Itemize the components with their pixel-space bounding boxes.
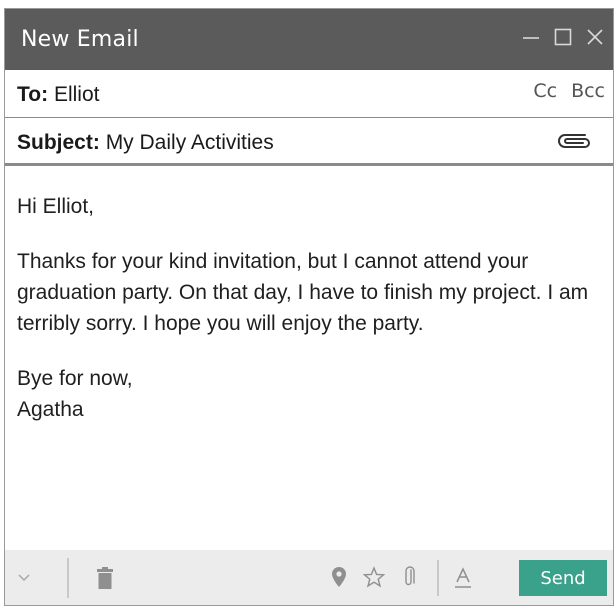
to-recipient[interactable]: Elliot [54, 83, 100, 106]
minimize-button[interactable] [519, 23, 543, 51]
cc-link[interactable]: Cc [533, 80, 557, 102]
message-paragraph: Thanks for your kind invitation, but I c… [17, 250, 589, 335]
chevron-down-icon [18, 574, 30, 582]
maximize-icon [554, 28, 572, 46]
title-bar: New Email [5, 9, 613, 70]
trash-icon [97, 567, 113, 589]
cc-bcc-links: Cc Bcc [533, 80, 605, 102]
delete-button[interactable] [93, 564, 117, 592]
format-text-button[interactable] [451, 564, 475, 592]
more-options-button[interactable] [11, 564, 37, 590]
compose-toolbar: Send [5, 550, 613, 605]
star-icon [363, 566, 385, 588]
toolbar-divider [437, 560, 439, 596]
close-icon [587, 29, 603, 45]
attach-button[interactable] [401, 564, 421, 590]
window-title: New Email [21, 27, 139, 52]
close-button[interactable] [583, 23, 607, 51]
location-button[interactable] [327, 564, 351, 590]
subject-field[interactable]: Subject: My Daily Activities [5, 118, 613, 166]
maximize-button[interactable] [551, 23, 575, 51]
greeting: Hi Elliot, [17, 195, 95, 218]
bcc-link[interactable]: Bcc [571, 80, 605, 102]
paperclip-icon [405, 566, 415, 586]
text-format-icon [455, 567, 471, 588]
compose-window: New Email To: Elliot Cc Bcc Subject: My … [4, 8, 614, 606]
subject-label: Subject: [17, 131, 100, 154]
subject-value[interactable]: My Daily Activities [106, 131, 274, 154]
to-field[interactable]: To: Elliot Cc Bcc [5, 70, 613, 118]
location-pin-icon [332, 567, 346, 587]
message-body[interactable]: Hi Elliot, Thanks for your kind invitati… [17, 191, 607, 425]
minimize-icon [523, 37, 539, 39]
favorite-button[interactable] [361, 564, 387, 590]
closing: Bye for now, Agatha [17, 363, 607, 425]
closing-line: Bye for now, [17, 367, 133, 390]
signature: Agatha [17, 398, 84, 421]
to-label: To: [17, 83, 49, 106]
toolbar-divider [67, 558, 69, 598]
paperclip-icon[interactable] [555, 130, 595, 152]
send-button[interactable]: Send [519, 560, 607, 596]
window-controls [519, 23, 607, 51]
